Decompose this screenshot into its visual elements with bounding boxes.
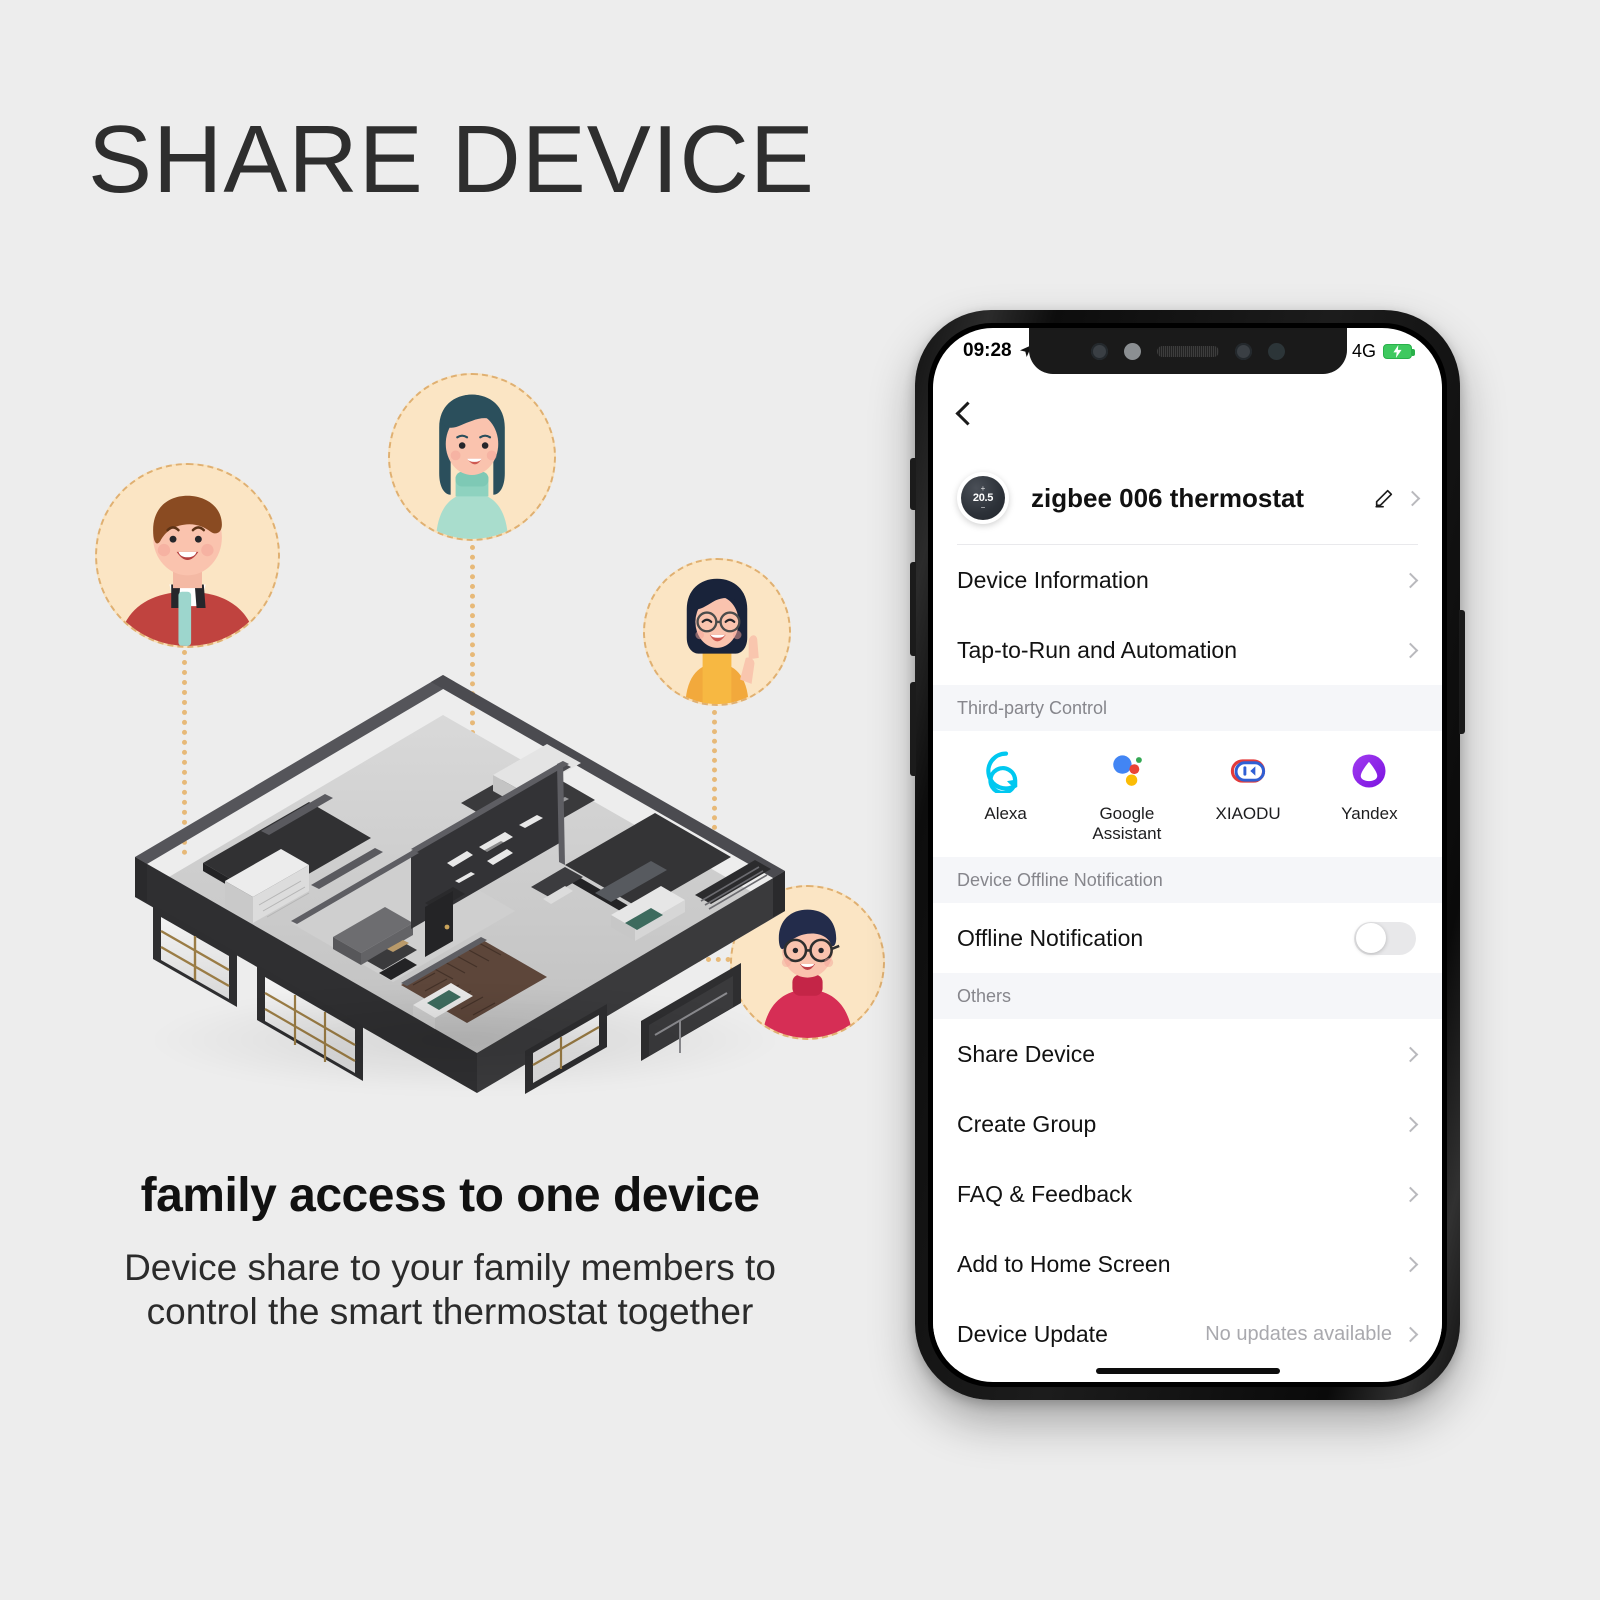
- phone-bezel: 09:28 4G + 20.5 − zigbee 006 thermostat …: [928, 323, 1447, 1387]
- avatar: [388, 373, 556, 541]
- house-shadow: [135, 985, 795, 1095]
- third-party-item-google-assistant[interactable]: Google Assistant: [1066, 749, 1187, 843]
- third-party-item-xiaodu[interactable]: XIAODU: [1188, 749, 1309, 843]
- settings-list: Device Information Tap-to-Run and Automa…: [933, 545, 1442, 1382]
- xiaodu-icon: [1230, 759, 1266, 783]
- list-item-label: Offline Notification: [957, 924, 1144, 951]
- list-item-create-group[interactable]: Create Group: [933, 1089, 1442, 1160]
- status-time: 09:28: [963, 340, 1012, 361]
- pencil-icon[interactable]: [1373, 487, 1395, 509]
- third-party-label-line1: Google: [1099, 804, 1155, 823]
- chevron-right-icon: [1402, 1326, 1419, 1342]
- proximity-sensor-icon: [1123, 342, 1141, 360]
- house-floorplan-illustration: [95, 655, 825, 1115]
- device-name: zigbee 006 thermostat: [1031, 482, 1305, 513]
- avatar-woman-long-hair: [390, 375, 554, 539]
- dial-minus-label: −: [980, 502, 986, 512]
- yandex-alice-icon: [1352, 754, 1386, 788]
- phone-mockup: 09:28 4G + 20.5 − zigbee 006 thermostat …: [910, 310, 1465, 1400]
- section-header-offline-notification: Device Offline Notification: [933, 857, 1442, 904]
- section-title: Others: [957, 985, 1012, 1006]
- chevron-right-icon: [1402, 642, 1419, 658]
- third-party-item-alexa[interactable]: Alexa: [945, 749, 1066, 843]
- chevron-right-icon: [1402, 1256, 1419, 1272]
- section-header-third-party: Third-party Control: [933, 685, 1442, 731]
- third-party-item-yandex[interactable]: Yandex: [1309, 749, 1430, 843]
- list-item-faq-feedback[interactable]: FAQ & Feedback: [933, 1159, 1442, 1230]
- list-item-label: Add to Home Screen: [957, 1250, 1171, 1277]
- status-bar-left: 09:28: [963, 340, 1034, 362]
- phone-power-button[interactable]: [1459, 610, 1465, 734]
- device-thumbnail: + 20.5 −: [957, 472, 1009, 524]
- phone-notch: [1028, 328, 1347, 374]
- third-party-label: Google Assistant: [1092, 804, 1161, 843]
- avatar-man-red-jacket: [97, 465, 278, 646]
- third-party-label-line2: Assistant: [1092, 823, 1162, 843]
- list-item-label: Device Information: [957, 566, 1149, 593]
- list-item-offline-notification[interactable]: Offline Notification: [933, 903, 1442, 974]
- third-party-label: Alexa: [984, 804, 1027, 823]
- caption-subtext-line1: Device share to your family members to: [124, 1247, 776, 1288]
- third-party-label: XIAODU: [1215, 804, 1281, 823]
- chevron-right-icon[interactable]: [1404, 490, 1421, 506]
- offline-notification-toggle[interactable]: [1354, 921, 1416, 955]
- phone-volume-up-button[interactable]: [910, 562, 916, 656]
- network-type-label: 4G: [1351, 340, 1376, 361]
- section-title: Device Offline Notification: [957, 869, 1163, 890]
- battery-charging-icon: [1383, 343, 1415, 359]
- caption-heading: family access to one device: [140, 1169, 760, 1222]
- phone-volume-down-button[interactable]: [910, 682, 916, 776]
- avatar: [95, 463, 280, 648]
- chevron-right-icon: [1402, 572, 1419, 588]
- chevron-left-icon[interactable]: [955, 400, 980, 426]
- chevron-right-icon: [1402, 1186, 1419, 1202]
- page-title: SHARE DEVICE: [88, 106, 815, 213]
- poster-canvas: SHARE DEVICE family access to one device…: [0, 0, 1600, 1600]
- device-header-row[interactable]: + 20.5 − zigbee 006 thermostat: [933, 452, 1442, 544]
- chevron-right-icon: [1402, 1046, 1419, 1062]
- section-header-others: Others: [933, 973, 1442, 1020]
- dial-plus-label: +: [980, 483, 986, 493]
- infrared-camera-icon: [1234, 342, 1252, 360]
- alexa-icon: [985, 751, 1017, 793]
- list-item-label: FAQ & Feedback: [957, 1180, 1133, 1207]
- nav-bar: [933, 374, 1442, 452]
- list-item-device-update[interactable]: Device Update No updates available: [933, 1299, 1442, 1370]
- earpiece-speaker-icon: [1156, 345, 1219, 357]
- third-party-label: Yandex: [1341, 804, 1398, 823]
- phone-screen: 09:28 4G + 20.5 − zigbee 006 thermostat …: [933, 328, 1442, 1382]
- caption-subtext-line2: control the smart thermostat together: [146, 1290, 754, 1332]
- device-update-status: No updates available: [1205, 1322, 1392, 1345]
- list-item-tap-to-run[interactable]: Tap-to-Run and Automation: [933, 615, 1442, 685]
- toggle-knob: [1355, 923, 1386, 954]
- list-item-add-to-home-screen[interactable]: Add to Home Screen: [933, 1229, 1442, 1300]
- phone-mute-switch[interactable]: [910, 458, 916, 510]
- list-item-label: Tap-to-Run and Automation: [957, 636, 1238, 663]
- caption-subtext: Device share to your family members to c…: [0, 1246, 900, 1333]
- list-item-label: Create Group: [957, 1110, 1097, 1137]
- dial-temp-label: 20.5: [972, 491, 994, 504]
- google-assistant-icon: [1113, 755, 1142, 786]
- list-item-label: Share Device: [957, 1040, 1096, 1067]
- front-camera-icon: [1090, 342, 1108, 360]
- list-item-device-information[interactable]: Device Information: [933, 545, 1442, 615]
- thermostat-dial-icon: + 20.5 −: [961, 476, 1005, 520]
- ambient-light-sensor-icon: [1267, 342, 1285, 360]
- list-item-label: Device Update: [957, 1320, 1108, 1347]
- home-indicator[interactable]: [1095, 1368, 1280, 1374]
- list-item-share-device[interactable]: Share Device: [933, 1019, 1442, 1090]
- chevron-right-icon: [1402, 1116, 1419, 1132]
- bolt-icon: [1393, 344, 1402, 358]
- section-title: Third-party Control: [957, 697, 1108, 718]
- third-party-control-grid: Alexa Google Assistant XIAODU Yandex: [933, 731, 1442, 858]
